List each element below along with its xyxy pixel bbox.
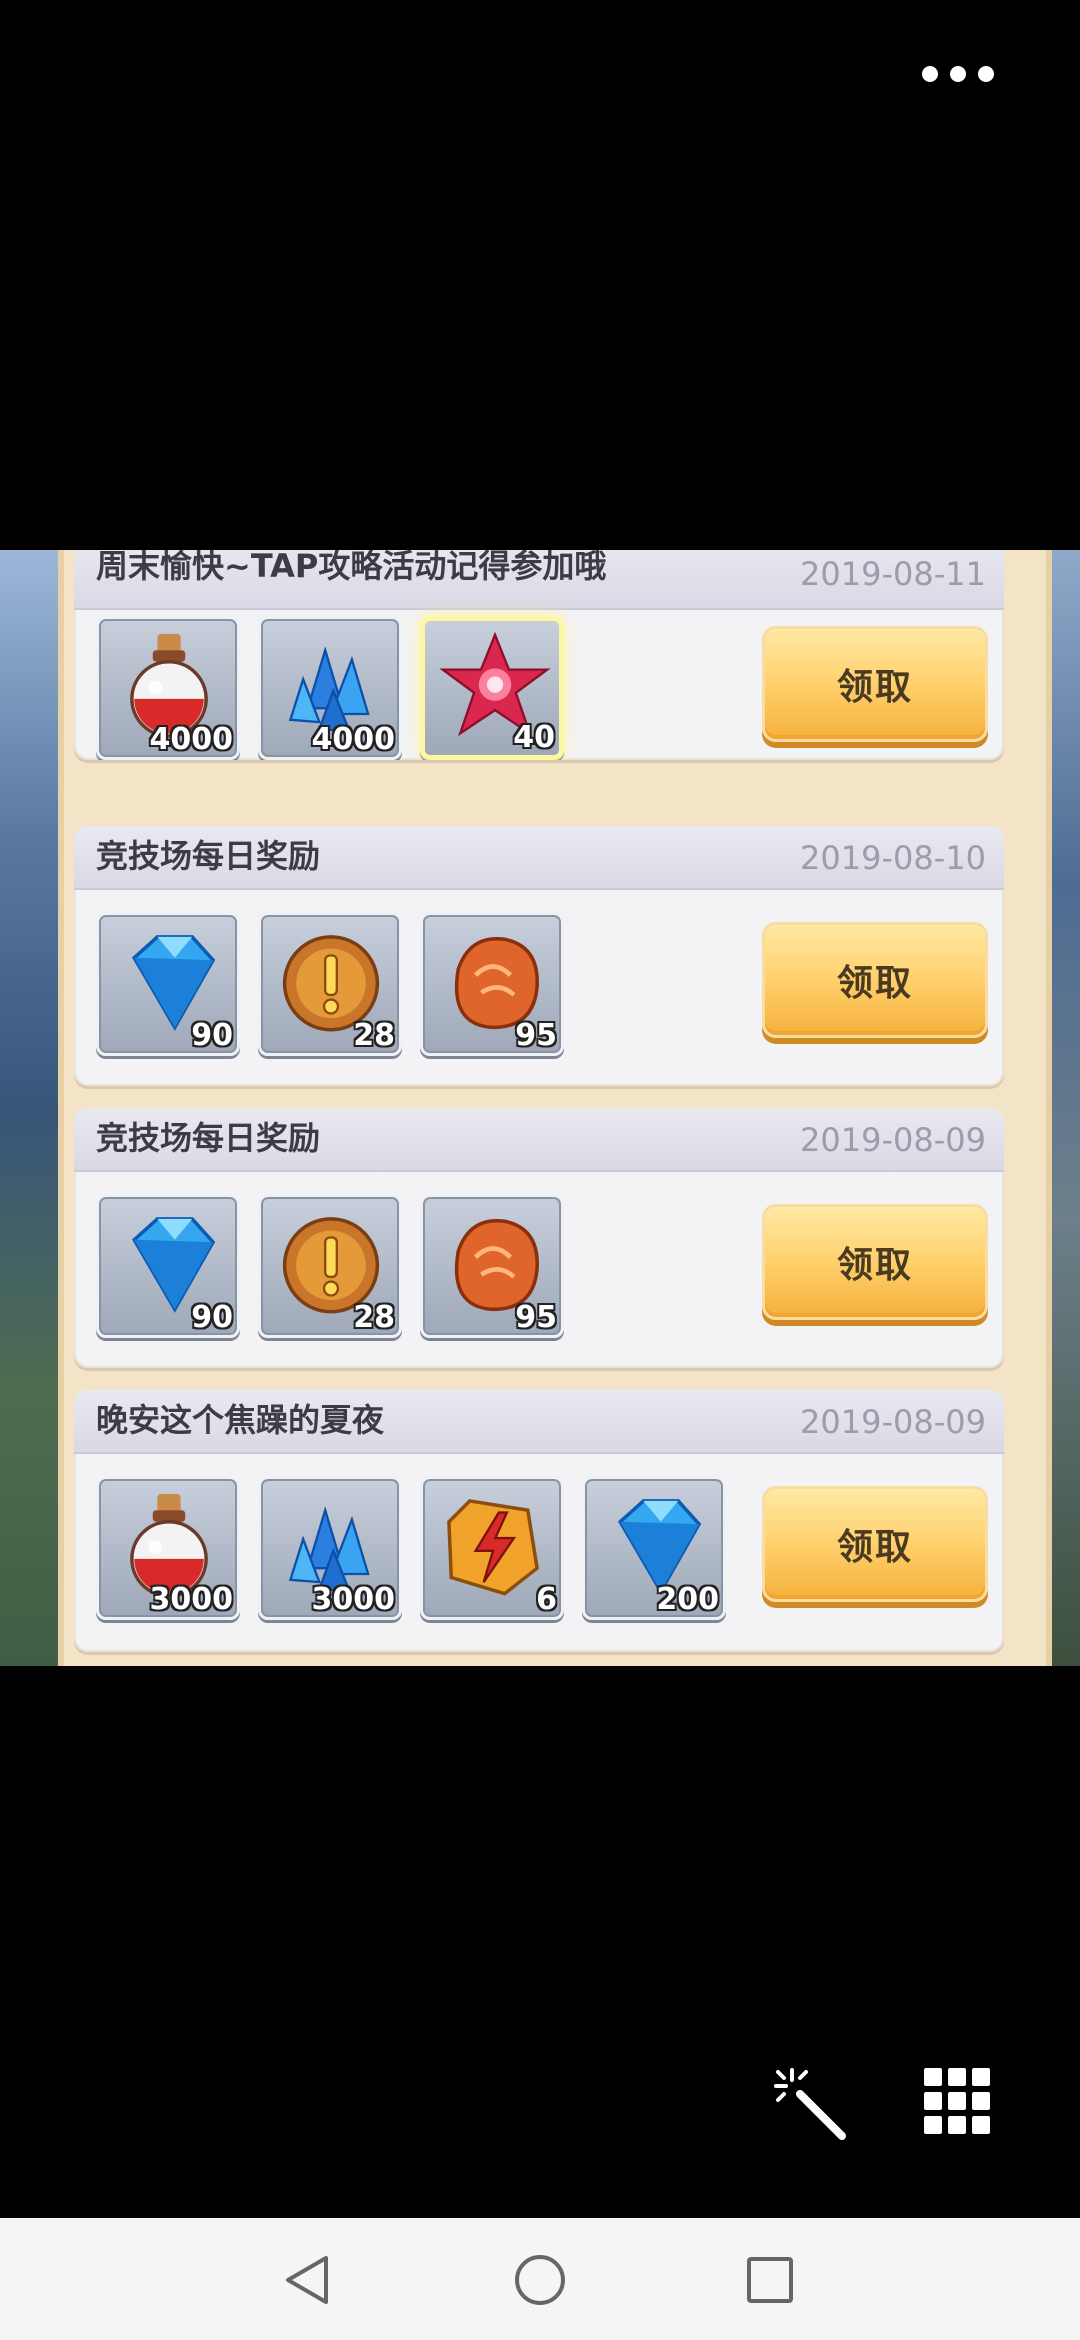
item-count: 28 xyxy=(353,1018,395,1053)
reward-item[interactable]: 4000 xyxy=(96,616,240,760)
mail-date: 2019-08-10 xyxy=(800,839,986,877)
claim-button[interactable]: 领取 xyxy=(762,1486,988,1602)
mail-title: 晚安这个焦躁的夏夜 xyxy=(96,1401,385,1439)
item-count: 95 xyxy=(515,1018,557,1053)
reward-item[interactable]: 3000 xyxy=(258,1476,402,1620)
reward-item[interactable]: 6 xyxy=(420,1476,564,1620)
claim-button-label: 领取 xyxy=(836,963,913,1004)
reward-item[interactable]: 95 xyxy=(420,912,564,1056)
reward-item[interactable]: 3000 xyxy=(96,1476,240,1620)
mail-date: 2019-08-09 xyxy=(800,1121,986,1159)
mail-card-header: 竞技场每日奖励 2019-08-10 xyxy=(74,826,1004,890)
mail-date: 2019-08-09 xyxy=(800,1403,986,1441)
mail-title: 周末愉快~TAP攻略活动记得参加哦 xyxy=(96,550,607,585)
screen: 周末愉快~TAP攻略活动记得参加哦 2019-08-11 4000 4000 4… xyxy=(0,0,1080,2340)
game-view: 周末愉快~TAP攻略活动记得参加哦 2019-08-11 4000 4000 4… xyxy=(0,550,1080,1666)
reward-item[interactable]: 28 xyxy=(258,912,402,1056)
mail-title: 竞技场每日奖励 xyxy=(96,1119,321,1157)
home-circle-icon[interactable] xyxy=(510,2250,570,2310)
recent-square-icon[interactable] xyxy=(740,2250,800,2310)
reward-item[interactable]: 90 xyxy=(96,912,240,1056)
item-count: 40 xyxy=(513,720,555,755)
claim-button[interactable]: 领取 xyxy=(762,626,988,742)
reward-item[interactable]: 200 xyxy=(582,1476,726,1620)
grid-menu-icon[interactable] xyxy=(924,2068,990,2134)
item-count: 3000 xyxy=(311,1582,396,1617)
background-scenery-right xyxy=(1050,550,1080,1666)
mail-card: 竞技场每日奖励 2019-08-09 90 28 95 领取 xyxy=(74,1108,1004,1368)
claim-button-label: 领取 xyxy=(836,1527,913,1568)
claim-button[interactable]: 领取 xyxy=(762,1204,988,1320)
item-count: 28 xyxy=(353,1300,395,1335)
claim-button-label: 领取 xyxy=(836,1245,913,1286)
more-dots-icon[interactable] xyxy=(918,56,998,92)
claim-button[interactable]: 领取 xyxy=(762,922,988,1038)
reward-item[interactable]: 28 xyxy=(258,1194,402,1338)
reward-item[interactable]: 40 xyxy=(420,616,564,760)
item-count: 200 xyxy=(656,1582,719,1617)
lightning-rune-icon xyxy=(447,1499,539,1596)
item-count: 90 xyxy=(191,1018,233,1053)
item-count: 95 xyxy=(515,1300,557,1335)
claim-button-label: 领取 xyxy=(836,667,913,708)
background-scenery-left xyxy=(0,550,60,1666)
reward-item[interactable]: 90 xyxy=(96,1194,240,1338)
item-count: 6 xyxy=(536,1582,557,1617)
item-count: 4000 xyxy=(149,722,234,757)
mail-card: 晚安这个焦躁的夏夜 2019-08-09 3000 3000 6 200 领取 xyxy=(74,1390,1004,1652)
mail-card-header: 晚安这个焦躁的夏夜 2019-08-09 xyxy=(74,1390,1004,1454)
mail-card: 周末愉快~TAP攻略活动记得参加哦 2019-08-11 4000 4000 4… xyxy=(74,550,1004,760)
item-count: 4000 xyxy=(311,722,396,757)
mail-card-header: 周末愉快~TAP攻略活动记得参加哦 2019-08-11 xyxy=(74,550,1004,610)
item-count: 3000 xyxy=(149,1582,234,1617)
system-navbar xyxy=(0,2218,1080,2340)
mail-card-header: 竞技场每日奖励 2019-08-09 xyxy=(74,1108,1004,1172)
mail-card: 竞技场每日奖励 2019-08-10 90 28 95 领取 xyxy=(74,826,1004,1086)
reward-item[interactable]: 4000 xyxy=(258,616,402,760)
item-count: 90 xyxy=(191,1300,233,1335)
back-triangle-icon[interactable] xyxy=(278,2250,338,2310)
magic-wand-icon[interactable] xyxy=(770,2064,850,2144)
reward-item[interactable]: 95 xyxy=(420,1194,564,1338)
mail-date: 2019-08-11 xyxy=(800,555,986,593)
mail-title: 竞技场每日奖励 xyxy=(96,837,321,875)
